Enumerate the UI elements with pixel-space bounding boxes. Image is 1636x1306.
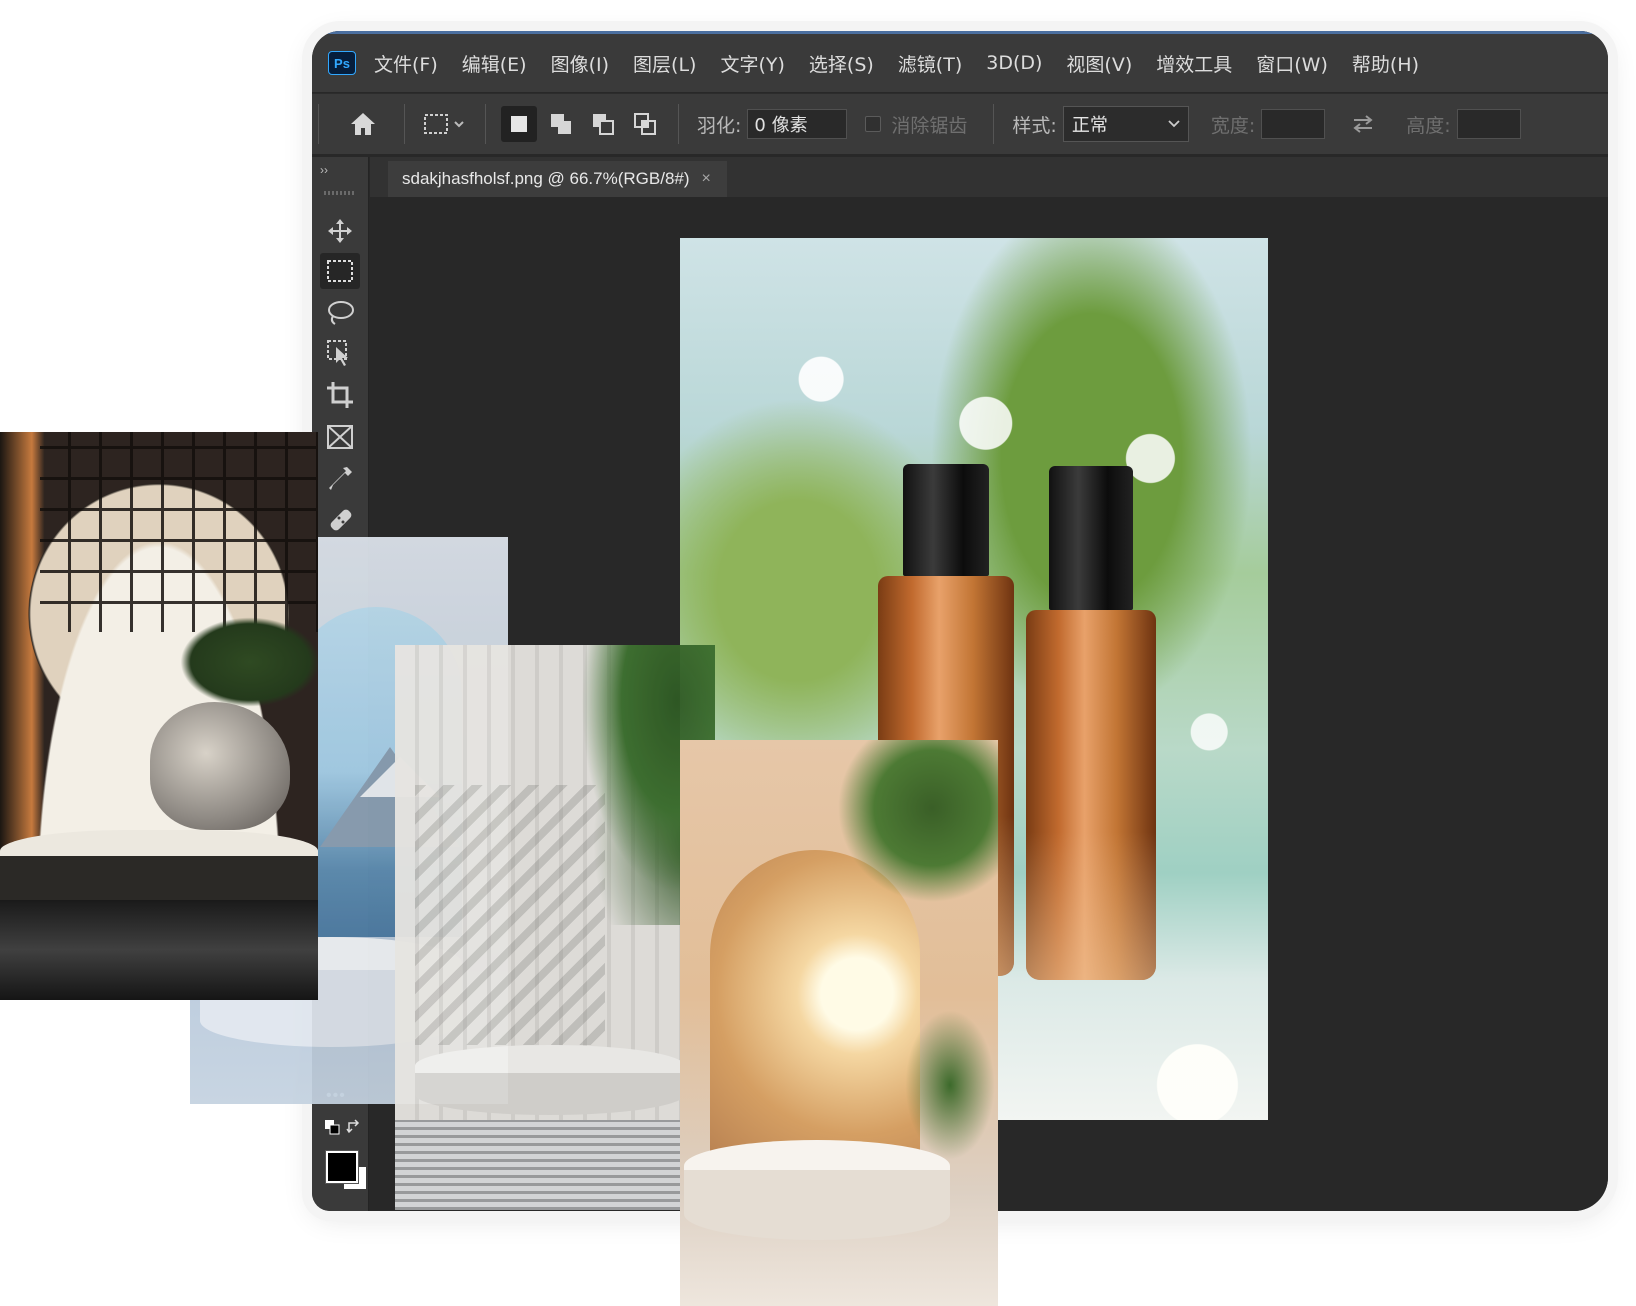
document-tab-bar: sdakjhasfholsf.png @ 66.7%(RGB/8#) × [370,157,1608,197]
object-select-icon[interactable] [320,335,360,371]
antialias-checkbox[interactable] [865,116,882,132]
height-input[interactable] [1456,109,1521,139]
close-icon[interactable]: × [702,170,711,188]
style-value: 正常 [1071,115,1108,136]
collapse-toggle[interactable]: ›› [320,163,328,177]
template-image-zen-bonsai[interactable] [0,432,318,1000]
eyedropper-icon[interactable] [320,461,360,497]
subtract-selection-icon[interactable] [585,106,621,142]
menu-3d[interactable]: 3D(D) [986,52,1042,74]
marquee-preset-icon[interactable] [420,106,470,142]
crop-icon[interactable] [320,377,360,413]
frame-icon[interactable] [320,419,360,455]
width-label: 宽度: [1210,114,1256,137]
default-colors-icon[interactable] [324,1119,340,1140]
menu-window[interactable]: 窗口(W) [1256,50,1328,77]
width-input[interactable] [1261,109,1326,139]
style-label: 样式: [1012,114,1057,137]
chevron-down-icon [1168,120,1180,128]
menu-view[interactable]: 视图(V) [1066,50,1132,77]
options-bar: 羽化: 0 像素 消除锯齿 样式: 正常 宽度: 高度: [312,93,1608,154]
move-icon[interactable] [320,213,360,249]
swap-icon[interactable] [1345,106,1381,142]
height-label: 高度: [1406,114,1451,137]
feather-label: 羽化: [697,114,742,137]
menu-edit[interactable]: 编辑(E) [462,50,527,77]
antialias-label: 消除锯齿 [891,114,968,137]
marquee-icon[interactable] [320,253,360,289]
healing-icon[interactable] [320,501,360,537]
menu-bar: Ps 文件(F) 编辑(E) 图像(I) 图层(L) 文字(Y) 选择(S) 滤… [312,31,1608,92]
bottle-right [1026,466,1156,986]
swap-colors-icon[interactable] [346,1119,362,1140]
foreground-color-swatch[interactable] [325,1150,359,1184]
feather-input[interactable]: 0 像素 [747,109,848,139]
menu-image[interactable]: 图像(I) [551,50,609,77]
style-select[interactable]: 正常 [1062,106,1189,142]
menu-filter[interactable]: 滤镜(T) [898,50,962,77]
lasso-icon[interactable] [320,295,360,331]
menu-plugins[interactable]: 增效工具 [1156,50,1232,77]
panel-grip[interactable] [324,191,356,195]
photoshop-logo: Ps [328,51,356,75]
add-selection-icon[interactable] [543,106,579,142]
menu-help[interactable]: 帮助(H) [1352,50,1419,77]
template-image-warm-arch[interactable] [680,740,998,1306]
menu-type[interactable]: 文字(Y) [720,50,784,77]
new-selection-icon[interactable] [501,106,537,142]
menu-file[interactable]: 文件(F) [374,50,438,77]
document-tab[interactable]: sdakjhasfholsf.png @ 66.7%(RGB/8#) × [388,161,727,197]
intersect-selection-icon[interactable] [627,106,663,142]
home-icon[interactable] [345,106,381,142]
menu-layer[interactable]: 图层(L) [633,50,696,77]
document-tab-title: sdakjhasfholsf.png @ 66.7%(RGB/8#) [402,169,690,188]
template-image-palm-shadow[interactable] [395,645,715,1210]
menu-select[interactable]: 选择(S) [809,50,874,77]
